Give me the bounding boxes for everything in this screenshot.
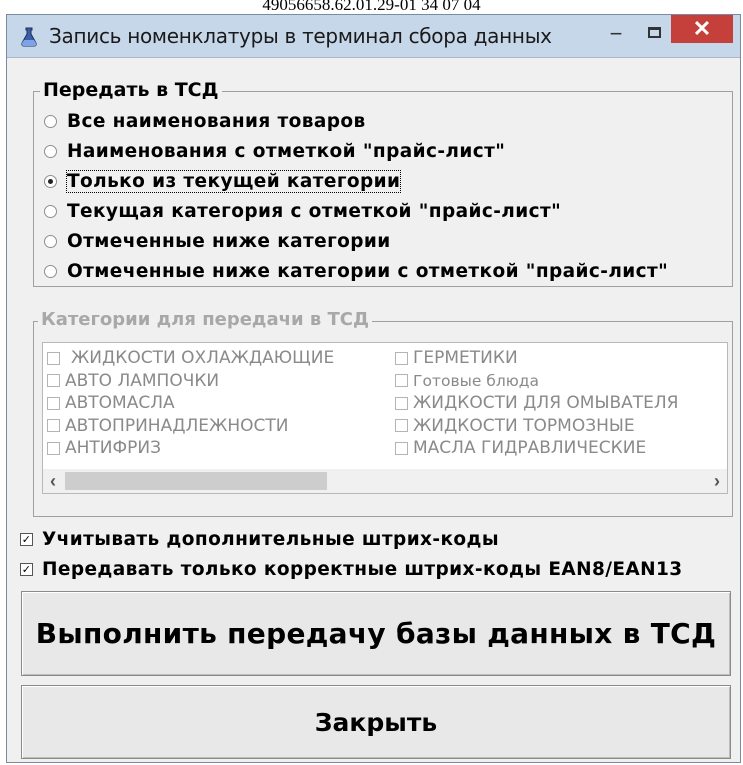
radio-checked-categories-price-list[interactable]: Отмеченные ниже категории с отметкой "пр… — [44, 258, 668, 284]
radio-all-products[interactable]: Все наименования товаров — [44, 108, 366, 134]
category-item[interactable]: АВТОМАСЛА — [47, 392, 334, 415]
category-label: АНТИФРИЗ — [65, 438, 162, 459]
category-label: ЖИДКОСТИ ДЛЯ ОМЫВАТЕЛЯ — [413, 393, 679, 414]
category-item[interactable]: ЖИДКОСТИ ТОРМОЗНЫЕ — [395, 415, 678, 438]
radio-icon — [44, 114, 57, 128]
category-item[interactable]: АВТОПРИНАДЛЕЖНОСТИ — [47, 415, 334, 438]
category-item[interactable]: АВТО ЛАМПОЧКИ — [47, 370, 334, 393]
category-label: АВТОПРИНАДЛЕЖНОСТИ — [65, 415, 289, 436]
categories-list[interactable]: ЖИДКОСТИ ОХЛАЖДАЮЩИЕ АВТО ЛАМПОЧКИ АВТОМ… — [42, 342, 728, 494]
valid-barcodes-checkbox[interactable]: ✓ Передавать только корректные штрих-код… — [20, 557, 683, 581]
radio-price-list-products[interactable]: Наименования с отметкой "прайс-лист" — [44, 138, 505, 164]
transfer-mode-group: Передать в ТСД Все наименования товаров … — [33, 79, 733, 287]
checkbox-icon — [47, 441, 60, 455]
checkbox-icon — [47, 374, 60, 388]
category-label: МАСЛА ГИДРАВЛИЧЕСКИЕ — [413, 438, 647, 459]
category-item[interactable]: ЖИДКОСТИ ДЛЯ ОМЫВАТЕЛЯ — [395, 392, 678, 415]
radio-label: Только из текущей категории — [65, 169, 402, 193]
valid-barcodes-label: Передавать только корректные штрих-коды … — [42, 558, 683, 580]
categories-group: Категории для передачи в ТСД ЖИДКОСТИ ОХ… — [33, 309, 733, 517]
close-button[interactable]: Закрыть — [21, 685, 731, 759]
checkbox-icon — [47, 351, 60, 365]
maximize-icon — [647, 26, 661, 38]
radio-icon — [44, 144, 57, 158]
category-label: АВТОМАСЛА — [65, 393, 175, 414]
dialog-window: Запись номенклатуры в терминал сбора дан… — [6, 14, 741, 763]
checkbox-icon — [395, 396, 408, 410]
category-item[interactable]: Готовые блюда — [395, 370, 678, 393]
extra-barcodes-label: Учитывать дополнительные штрих-коды — [42, 528, 500, 550]
checkbox-icon — [47, 419, 60, 433]
scroll-left-arrow-icon[interactable]: ‹ — [43, 469, 63, 493]
checkbox-icon — [395, 419, 408, 433]
radio-label: Отмеченные ниже категории с отметкой "пр… — [67, 260, 669, 282]
checkmark-icon: ✓ — [20, 562, 33, 576]
maximize-button[interactable] — [637, 17, 671, 47]
category-item[interactable]: ГЕРМЕТИКИ — [395, 347, 678, 370]
radio-current-category-price-list[interactable]: Текущая категория с отметкой "прайс-лист… — [44, 198, 561, 224]
radio-label: Все наименования товаров — [67, 110, 366, 132]
transfer-database-button[interactable]: Выполнить передачу базы данных в ТСД — [21, 591, 731, 676]
minimize-button[interactable]: − — [599, 19, 633, 49]
checkmark-icon: ✓ — [20, 532, 33, 546]
category-label: АВТО ЛАМПОЧКИ — [65, 370, 220, 391]
checkbox-icon — [47, 396, 60, 410]
category-item[interactable]: АНТИФРИЗ — [47, 437, 334, 460]
checkbox-icon — [395, 441, 408, 455]
radio-checked-categories[interactable]: Отмеченные ниже категории — [44, 228, 391, 254]
radio-icon — [44, 204, 57, 218]
radio-icon — [44, 234, 57, 248]
radio-label: Наименования с отметкой "прайс-лист" — [67, 140, 506, 162]
checkbox-icon — [395, 351, 408, 365]
scrollbar-thumb[interactable] — [65, 472, 327, 490]
checkbox-icon — [395, 374, 408, 388]
close-window-button[interactable]: ✕ — [671, 15, 733, 43]
categories-column-1: ЖИДКОСТИ ОХЛАЖДАЮЩИЕ АВТО ЛАМПОЧКИ АВТОМ… — [47, 347, 334, 460]
categories-column-2: ГЕРМЕТИКИ Готовые блюда ЖИДКОСТИ ДЛЯ ОМЫ… — [395, 347, 678, 460]
radio-current-category[interactable]: Только из текущей категории — [44, 168, 402, 194]
radio-icon — [44, 264, 57, 278]
radio-label: Текущая категория с отметкой "прайс-лист… — [67, 200, 562, 222]
category-item[interactable]: ЖИДКОСТИ ОХЛАЖДАЮЩИЕ — [47, 347, 334, 370]
radio-label: Отмеченные ниже категории — [67, 230, 391, 252]
category-item[interactable]: МАСЛА ГИДРАВЛИЧЕСКИЕ — [395, 437, 678, 460]
categories-legend: Категории для передачи в ТСД — [38, 309, 373, 330]
category-label: ГЕРМЕТИКИ — [413, 348, 518, 369]
category-label: Готовые блюда — [413, 371, 540, 390]
extra-barcodes-checkbox[interactable]: ✓ Учитывать дополнительные штрих-коды — [20, 527, 499, 551]
category-label: ЖИДКОСТИ ОХЛАЖДАЮЩИЕ — [71, 348, 335, 369]
scroll-right-arrow-icon[interactable]: › — [707, 469, 727, 493]
flask-icon — [21, 27, 37, 47]
horizontal-scrollbar[interactable]: ‹ › — [43, 469, 727, 493]
title-bar[interactable]: Запись номенклатуры в терминал сбора дан… — [7, 15, 740, 58]
category-label: ЖИДКОСТИ ТОРМОЗНЫЕ — [413, 415, 635, 436]
transfer-mode-legend: Передать в ТСД — [40, 79, 222, 101]
window-title: Запись номенклатуры в терминал сбора дан… — [49, 24, 552, 48]
radio-selected-icon — [44, 174, 57, 188]
